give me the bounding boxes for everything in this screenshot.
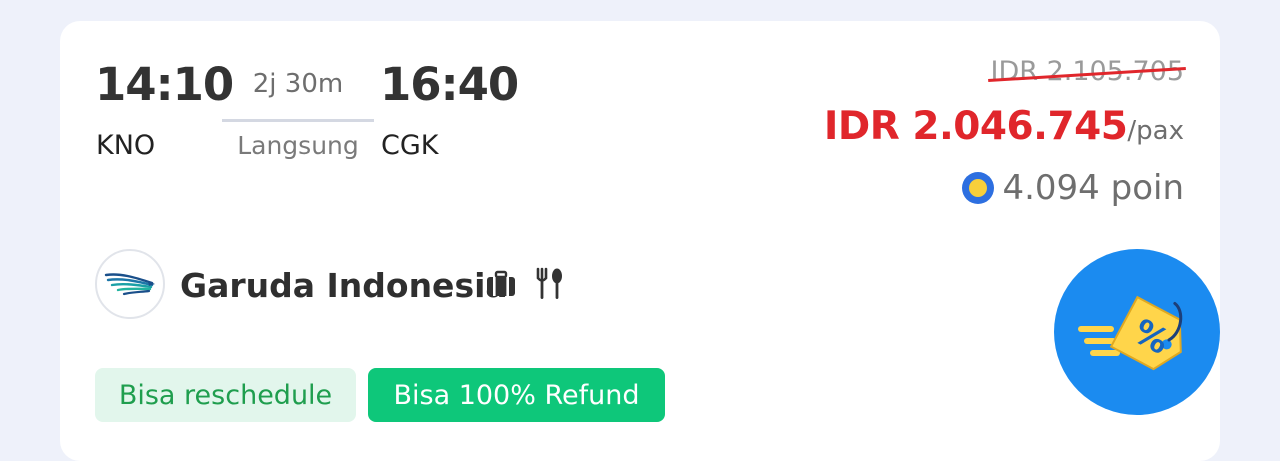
- airline-logo: [95, 249, 165, 319]
- refund-badge: Bisa 100% Refund: [368, 368, 665, 422]
- depart-time: 14:10: [95, 58, 234, 111]
- current-price: IDR 2.046.745: [823, 104, 1128, 149]
- garuda-bird-icon: [104, 273, 155, 296]
- reschedule-badge: Bisa reschedule: [95, 368, 356, 422]
- price-per-pax: /pax: [1127, 116, 1184, 146]
- arrive-airport-code: CGK: [381, 130, 439, 161]
- flight-stops: Langsung: [237, 131, 359, 160]
- promo-button[interactable]: %: [1054, 249, 1220, 415]
- duration-divider: [222, 119, 374, 122]
- coin-icon: [962, 172, 995, 204]
- discount-tag-icon: %: [1078, 295, 1183, 371]
- meal-icon: [532, 267, 566, 301]
- arrive-time: 16:40: [380, 58, 519, 111]
- original-price: IDR 2.105.705: [988, 56, 1186, 87]
- flight-duration: 2j 30m: [252, 69, 344, 99]
- points-row: 4.094 poin: [962, 168, 1184, 208]
- points-value: 4.094 poin: [1002, 168, 1184, 208]
- baggage-icon: [484, 267, 518, 301]
- price-row: IDR 2.046.745/pax: [824, 104, 1184, 149]
- airline-name: Garuda Indonesia: [180, 266, 508, 305]
- depart-airport-code: KNO: [96, 130, 156, 161]
